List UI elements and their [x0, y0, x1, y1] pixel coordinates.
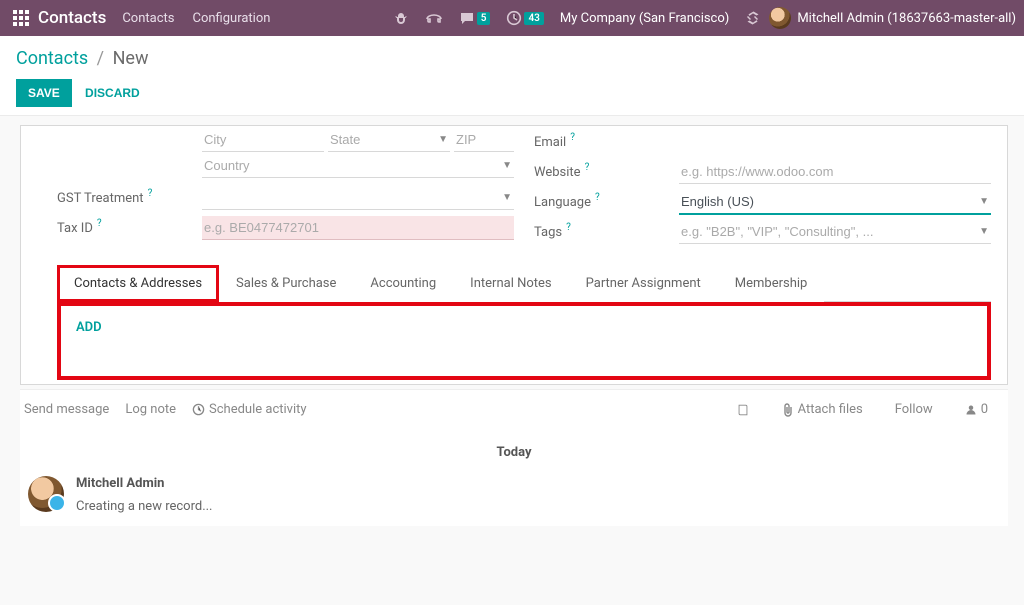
chatter-message: Mitchell Admin Creating a new record...	[28, 476, 1000, 514]
app-title: Contacts	[38, 8, 106, 28]
help-icon[interactable]: ?	[97, 218, 102, 229]
support-icon[interactable]	[425, 10, 443, 26]
country-input[interactable]	[202, 154, 514, 178]
page-header: Contacts / New SAVE DISCARD	[0, 36, 1024, 116]
tab-partner-assignment[interactable]: Partner Assignment	[569, 265, 718, 302]
taxid-label: Tax ID	[57, 221, 93, 236]
zip-input[interactable]	[454, 128, 514, 152]
messages-icon[interactable]: 5	[459, 10, 491, 26]
activities-badge: 43	[524, 12, 543, 25]
language-input[interactable]	[679, 190, 991, 215]
avatar[interactable]	[769, 7, 791, 29]
chatter: Send message Log note Schedule activity …	[20, 389, 1008, 526]
settings-icon[interactable]	[745, 10, 761, 26]
company-selector[interactable]: My Company (San Francisco)	[560, 11, 729, 26]
tab-content: ADD	[57, 302, 991, 380]
user-menu[interactable]: Mitchell Admin (18637663-master-all)	[797, 11, 1016, 26]
tab-sales-purchase[interactable]: Sales & Purchase	[219, 265, 353, 302]
email-label: Email	[534, 135, 566, 150]
apps-icon[interactable]	[12, 9, 30, 27]
send-message-button[interactable]: Send message	[24, 402, 109, 417]
messages-badge: 5	[477, 12, 491, 25]
tab-membership[interactable]: Membership	[718, 265, 825, 302]
tab-contacts-addresses[interactable]: Contacts & Addresses	[57, 265, 219, 302]
tab-accounting[interactable]: Accounting	[353, 265, 453, 302]
message-author: Mitchell Admin	[76, 476, 213, 491]
chatter-date-separator: Today	[24, 445, 1004, 460]
top-navbar: Contacts Contacts Configuration 5 43 My …	[0, 0, 1024, 36]
follow-button[interactable]: Follow	[895, 402, 933, 417]
tags-input[interactable]	[679, 220, 991, 244]
help-icon[interactable]: ?	[570, 132, 575, 143]
website-input[interactable]	[679, 160, 991, 184]
tabs-bar: Contacts & Addresses Sales & Purchase Ac…	[57, 264, 991, 302]
breadcrumb-leaf: New	[113, 48, 149, 69]
help-icon[interactable]: ?	[566, 222, 571, 233]
help-icon[interactable]: ?	[595, 192, 600, 203]
message-text: Creating a new record...	[76, 499, 213, 514]
breadcrumb: Contacts / New	[16, 48, 1008, 69]
bug-icon[interactable]	[393, 10, 409, 26]
nav-configuration[interactable]: Configuration	[192, 11, 270, 26]
gst-label: GST Treatment	[57, 191, 144, 206]
tags-label: Tags	[534, 225, 562, 240]
gst-input[interactable]	[202, 186, 514, 210]
email-input[interactable]	[679, 131, 991, 154]
nav-contacts[interactable]: Contacts	[122, 11, 174, 26]
tab-internal-notes[interactable]: Internal Notes	[453, 265, 568, 302]
schedule-activity-button[interactable]: Schedule activity	[192, 402, 307, 417]
language-label: Language	[534, 195, 591, 210]
form-sheet: ▼ ▼ GST Treatment? ▼ Tax ID?	[20, 125, 1008, 385]
state-input[interactable]	[328, 128, 450, 152]
save-button[interactable]: SAVE	[16, 79, 72, 107]
log-note-button[interactable]: Log note	[125, 402, 176, 417]
followers-count[interactable]: 0	[965, 402, 988, 417]
help-icon[interactable]: ?	[585, 162, 590, 173]
main-scroll[interactable]: ▼ ▼ GST Treatment? ▼ Tax ID?	[0, 121, 1008, 605]
city-input[interactable]	[202, 128, 324, 152]
activities-icon[interactable]: 43	[506, 10, 543, 26]
book-icon[interactable]	[736, 403, 750, 417]
breadcrumb-root[interactable]: Contacts	[16, 48, 88, 69]
help-icon[interactable]: ?	[148, 188, 153, 199]
add-button[interactable]: ADD	[76, 320, 102, 335]
taxid-input[interactable]	[202, 216, 514, 240]
website-label: Website	[534, 165, 581, 180]
attach-files-button[interactable]: Attach files	[782, 402, 863, 417]
discard-button[interactable]: DISCARD	[85, 86, 140, 100]
message-avatar	[28, 476, 64, 512]
